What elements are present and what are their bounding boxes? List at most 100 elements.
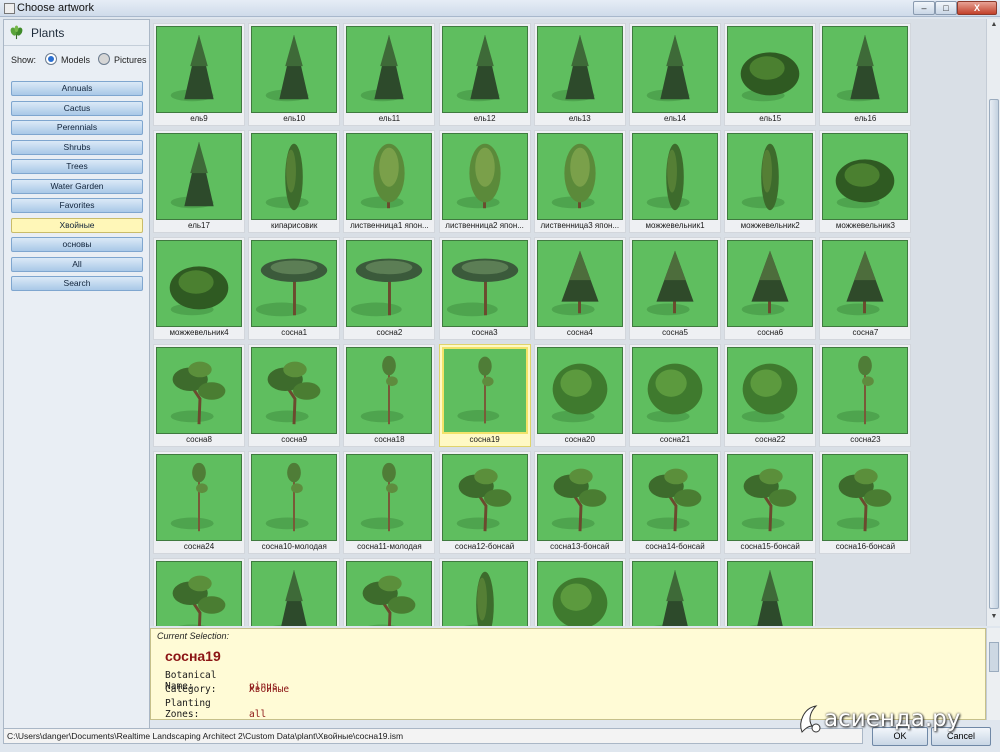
artwork-tile[interactable]: лиственница2 япон... bbox=[438, 130, 531, 233]
artwork-tile[interactable]: сосна24 bbox=[153, 451, 245, 554]
plant-thumbnail bbox=[822, 133, 909, 220]
pictures-label[interactable]: Pictures bbox=[114, 55, 147, 65]
tile-label: лиственница1 япон... bbox=[350, 221, 429, 230]
tile-label: лиственница2 япон... bbox=[445, 221, 524, 230]
artwork-tile[interactable]: можжевельник1 bbox=[629, 130, 721, 233]
artwork-tile[interactable]: сосна6 bbox=[724, 237, 817, 340]
scroll-down-arrow-icon[interactable]: ▼ bbox=[989, 613, 999, 623]
plant-thumbnail bbox=[251, 26, 338, 113]
artwork-tile[interactable]: сосна5 bbox=[629, 237, 721, 340]
tile-label: сосна3 bbox=[471, 328, 498, 337]
artwork-tile[interactable] bbox=[724, 558, 817, 626]
models-label[interactable]: Models bbox=[61, 55, 90, 65]
scroll-up-arrow-icon[interactable]: ▲ bbox=[989, 21, 999, 31]
plant-thumbnail bbox=[536, 561, 623, 626]
plant-thumbnail bbox=[251, 240, 338, 327]
plant-thumbnail bbox=[822, 240, 909, 327]
artwork-tile[interactable] bbox=[438, 558, 531, 626]
artwork-tile[interactable]: сосна4 bbox=[533, 237, 626, 340]
artwork-tile[interactable]: сосна10-молодая bbox=[248, 451, 341, 554]
plant-thumbnail bbox=[251, 454, 338, 541]
artwork-tile[interactable] bbox=[343, 558, 436, 626]
plant-thumbnail bbox=[822, 26, 909, 113]
plant-thumbnail bbox=[632, 561, 718, 626]
artwork-tile[interactable]: ель10 bbox=[248, 23, 341, 126]
watermark: асиенда.ру bbox=[794, 698, 994, 746]
category-search-button[interactable]: Search bbox=[11, 276, 143, 291]
tile-label: ель11 bbox=[378, 114, 401, 123]
artwork-tile[interactable]: сосна21 bbox=[629, 344, 721, 447]
watermark-text: асиенда.ру bbox=[824, 706, 961, 732]
plant-thumbnail bbox=[536, 347, 623, 434]
artwork-tile[interactable]: ель11 bbox=[343, 23, 436, 126]
category-basics-button[interactable]: основы bbox=[11, 237, 143, 252]
grid-scrollbar[interactable]: ▲ ▼ bbox=[986, 19, 1000, 626]
close-button[interactable]: X bbox=[957, 1, 997, 15]
artwork-tile[interactable]: сосна8 bbox=[153, 344, 245, 447]
tile-label: сосна8 bbox=[186, 435, 212, 444]
models-radio[interactable] bbox=[45, 53, 57, 65]
artwork-tile[interactable]: ель17 bbox=[153, 130, 245, 233]
sidebar-title: Plants bbox=[31, 26, 65, 40]
artwork-tile[interactable]: ель14 bbox=[629, 23, 721, 126]
minimize-button[interactable]: – bbox=[913, 1, 935, 15]
category-all-button[interactable]: All bbox=[11, 257, 143, 272]
artwork-tile[interactable]: сосна9 bbox=[248, 344, 341, 447]
tile-label: сосна10-молодая bbox=[261, 542, 327, 551]
artwork-tile[interactable]: сосна14-бонсай bbox=[629, 451, 721, 554]
tile-label: ель17 bbox=[188, 221, 210, 230]
artwork-tile[interactable]: сосна22 bbox=[724, 344, 817, 447]
artwork-tile[interactable] bbox=[629, 558, 721, 626]
details-scrollbar-thumb[interactable] bbox=[989, 642, 999, 672]
artwork-tile[interactable]: сосна18 bbox=[343, 344, 436, 447]
category-water-garden-button[interactable]: Water Garden bbox=[11, 179, 143, 194]
artwork-tile[interactable]: сосна3 bbox=[438, 237, 531, 340]
tile-label: сосна13-бонсай bbox=[550, 542, 610, 551]
artwork-tile[interactable]: сосна12-бонсай bbox=[438, 451, 531, 554]
tile-label: сосна22 bbox=[755, 435, 786, 444]
plant-thumbnail bbox=[346, 561, 433, 626]
maximize-button[interactable]: □ bbox=[935, 1, 957, 15]
scrollbar-thumb[interactable] bbox=[989, 99, 999, 609]
artwork-tile[interactable] bbox=[153, 558, 245, 626]
property-key: Category: bbox=[165, 684, 217, 695]
plant-thumbnail bbox=[632, 133, 718, 220]
artwork-tile[interactable]: ель15 bbox=[724, 23, 817, 126]
artwork-tile[interactable] bbox=[248, 558, 341, 626]
tile-label: можжевельник4 bbox=[169, 328, 229, 337]
artwork-tile[interactable]: сосна7 bbox=[819, 237, 912, 340]
category-perennials-button[interactable]: Perennials bbox=[11, 120, 143, 135]
category-conifers-button[interactable]: Хвойные bbox=[11, 218, 143, 233]
artwork-tile[interactable]: можжевельник2 bbox=[724, 130, 817, 233]
category-shrubs-button[interactable]: Shrubs bbox=[11, 140, 143, 155]
watermark-logo-icon bbox=[800, 705, 821, 733]
plant-thumbnail bbox=[727, 561, 814, 626]
artwork-tile[interactable]: лиственница3 япон... bbox=[533, 130, 626, 233]
artwork-tile[interactable]: ель12 bbox=[438, 23, 531, 126]
category-trees-button[interactable]: Trees bbox=[11, 159, 143, 174]
category-annuals-button[interactable]: Annuals bbox=[11, 81, 143, 96]
artwork-tile[interactable]: кипарисовик bbox=[248, 130, 341, 233]
artwork-tile[interactable]: сосна1 bbox=[248, 237, 341, 340]
artwork-tile[interactable]: лиственница1 япон... bbox=[343, 130, 436, 233]
category-favorites-button[interactable]: Favorites bbox=[11, 198, 143, 213]
artwork-tile[interactable]: сосна11-молодая bbox=[343, 451, 436, 554]
category-cactus-button[interactable]: Cactus bbox=[11, 101, 143, 116]
tile-label: сосна5 bbox=[662, 328, 688, 337]
pictures-radio[interactable] bbox=[98, 53, 110, 65]
artwork-tile[interactable]: сосна13-бонсай bbox=[533, 451, 626, 554]
artwork-tile[interactable]: сосна2 bbox=[343, 237, 436, 340]
artwork-tile[interactable]: сосна20 bbox=[533, 344, 626, 447]
artwork-tile[interactable]: ель16 bbox=[819, 23, 912, 126]
artwork-tile[interactable]: сосна16-бонсай bbox=[819, 451, 912, 554]
artwork-tile[interactable]: можжевельник3 bbox=[819, 130, 912, 233]
plant-thumbnail bbox=[346, 240, 433, 327]
plant-thumbnail bbox=[156, 133, 242, 220]
artwork-tile[interactable]: можжевельник4 bbox=[153, 237, 245, 340]
artwork-tile[interactable]: сосна19 bbox=[438, 344, 531, 447]
artwork-tile[interactable]: сосна23 bbox=[819, 344, 912, 447]
artwork-tile[interactable]: ель13 bbox=[533, 23, 626, 126]
artwork-tile[interactable]: ель9 bbox=[153, 23, 245, 126]
artwork-tile[interactable] bbox=[533, 558, 626, 626]
artwork-tile[interactable]: сосна15-бонсай bbox=[724, 451, 817, 554]
